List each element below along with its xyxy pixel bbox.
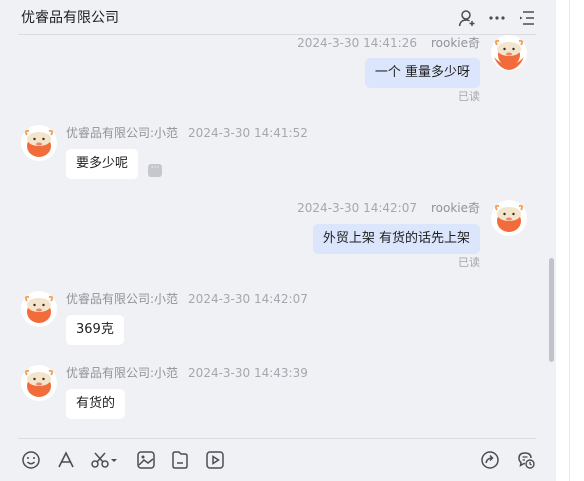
chat-header: 优睿品有限公司 [0,0,556,35]
message-time: 2024-3-30 14:42:07 [297,201,417,215]
message-meta: 优睿品有限公司:小范 2024-3-30 14:43:39 [66,365,308,381]
side-panel-edge [556,0,584,481]
menu-icon[interactable] [518,9,536,27]
avatar[interactable] [491,35,527,71]
chat-history-icon[interactable] [516,450,536,470]
image-icon[interactable] [136,450,156,470]
message-meta: 优睿品有限公司:小范 2024-3-30 14:42:07 [66,291,308,307]
font-icon[interactable] [56,450,76,470]
read-status: 已读 [458,256,480,269]
message-meta: 2024-3-30 14:42:07 rookie奇 [297,200,480,216]
chat-window: 优睿品有限公司 2024-3-30 14:41:26 rookie奇 一个 重量… [0,0,556,481]
message-sender: 优睿品有限公司:小范 [66,366,179,380]
avatar[interactable] [491,200,527,236]
message-sender: 优睿品有限公司:小范 [66,126,179,140]
message-bubble[interactable]: 有货的 [66,389,126,419]
user-add-icon[interactable] [458,9,476,27]
panel-divider [569,0,570,481]
avatar[interactable] [21,291,57,327]
message-meta: 优睿品有限公司:小范 2024-3-30 14:41:52 [66,125,308,141]
share-icon[interactable] [480,450,500,470]
message-meta: 2024-3-30 14:41:26 rookie奇 [297,35,480,51]
message-sender: 优睿品有限公司:小范 [66,292,179,306]
message-more-button[interactable]: ··· [148,164,162,177]
video-icon[interactable] [205,450,225,470]
avatar[interactable] [21,125,57,161]
input-divider [18,438,536,439]
message-time: 2024-3-30 14:43:39 [188,366,308,380]
message-time: 2024-3-30 14:41:26 [297,36,417,50]
message-bubble[interactable]: 369克 [66,315,124,345]
chat-title: 优睿品有限公司 [21,10,119,26]
message-sender: rookie奇 [430,36,480,50]
message-sender: rookie奇 [430,201,480,215]
message-bubble[interactable]: 要多少呢 [66,149,139,179]
message-bubble[interactable]: 外贸上架 有货的话先上架 [312,224,480,254]
message-scrollbar[interactable] [549,258,554,362]
message-bubble[interactable]: 一个 重量多少呀 [364,58,480,88]
avatar[interactable] [21,365,57,401]
emoji-icon[interactable] [21,450,41,470]
message-list[interactable]: 2024-3-30 14:41:26 rookie奇 一个 重量多少呀 已读 优睿… [0,35,556,437]
message-time: 2024-3-30 14:41:52 [188,126,308,140]
scissors-icon[interactable] [90,450,120,470]
message-time: 2024-3-30 14:42:07 [188,292,308,306]
file-icon[interactable] [170,450,190,470]
read-status: 已读 [458,90,480,103]
more-icon[interactable] [488,9,506,27]
